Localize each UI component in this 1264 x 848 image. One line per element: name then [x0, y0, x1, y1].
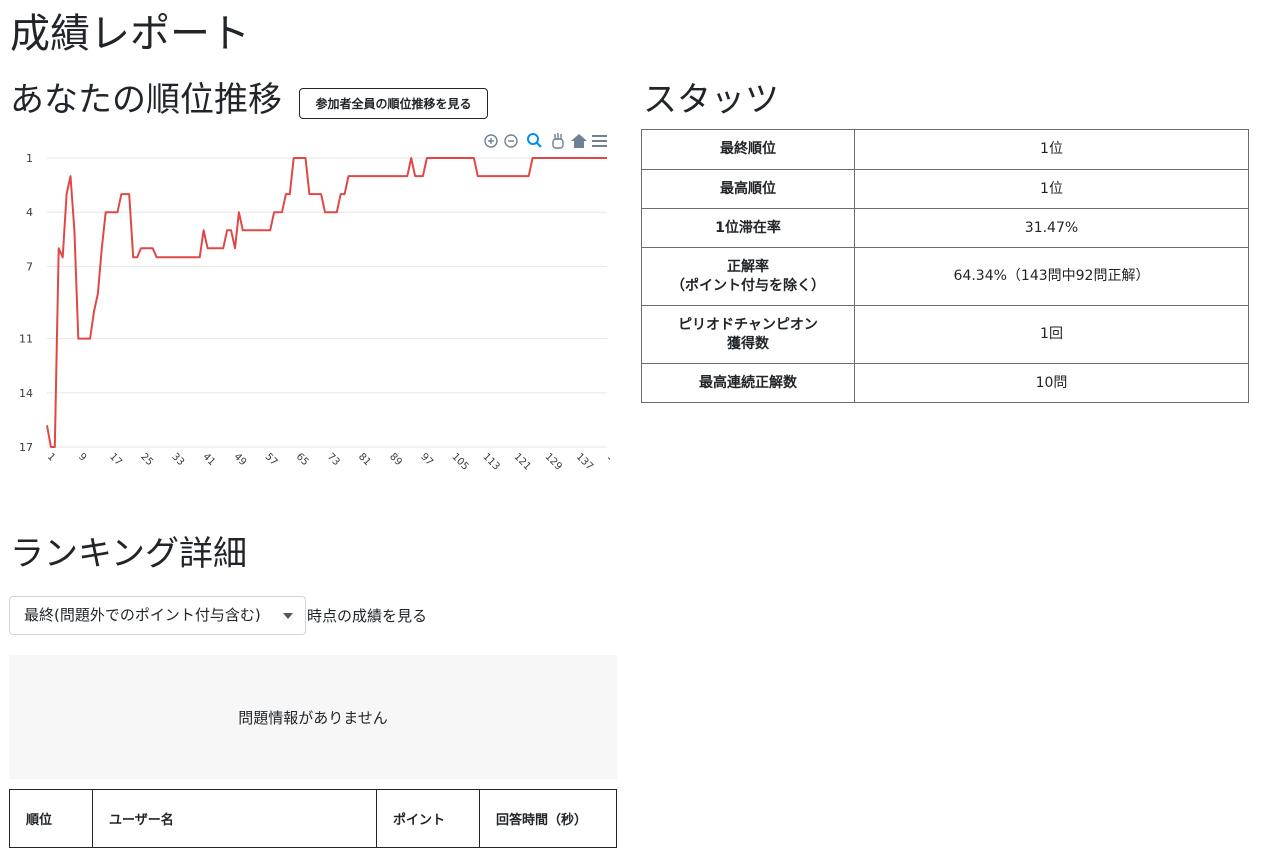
- stats-value: 1位: [854, 169, 1249, 209]
- stats-value: 64.34%（143問中92問正解）: [854, 247, 1249, 306]
- stats-row: 最高連続正解数 10問: [641, 363, 1249, 403]
- stats-key: 1位滞在率: [641, 208, 855, 248]
- question-info-empty: 問題情報がありません: [9, 655, 617, 779]
- chart-gridlines: [47, 157, 607, 448]
- x-tick-label: 17: [107, 451, 124, 468]
- x-tick-label: 57: [263, 451, 280, 468]
- y-tick-label: 11: [19, 333, 33, 346]
- stats-row: ピリオドチャンピオン 獲得数 1回: [641, 305, 1249, 364]
- stats-key: ピリオドチャンピオン 獲得数: [641, 305, 855, 364]
- stats-value: 10問: [854, 363, 1249, 403]
- stats-table: 最終順位 1位 最高順位 1位 1位滞在率 31.47% 正解率 （ポイント付与…: [641, 129, 1249, 403]
- x-tick-label: 97: [418, 451, 435, 468]
- timepoint-select-value: 最終(問題外でのポイント付与含む): [24, 606, 261, 624]
- menu-icon[interactable]: [592, 135, 607, 147]
- stats-value: 1位: [854, 129, 1249, 170]
- stats-title: スタッツ: [643, 80, 779, 120]
- page-title: 成績レポート: [10, 11, 250, 57]
- zoom-out-icon[interactable]: [504, 134, 518, 148]
- all-participants-rank-button[interactable]: 参加者全員の順位推移を見る: [299, 88, 488, 119]
- x-tick-label: 25: [138, 451, 155, 468]
- rank-history-chart[interactable]: 147111417 1 9 17 25 33 41 49 57 65 73 81 89 97 105 113…: [10, 128, 610, 473]
- y-tick-label: 1: [26, 152, 33, 165]
- stats-value: 1回: [854, 305, 1249, 364]
- x-tick-label: 129: [543, 451, 564, 472]
- x-tick-label: 49: [232, 451, 249, 468]
- x-tick-label: 137: [574, 451, 595, 472]
- col-header-rank[interactable]: 順位: [9, 789, 93, 848]
- x-tick-label: 41: [200, 451, 217, 468]
- stats-value: 31.47%: [854, 208, 1249, 248]
- timepoint-select-suffix: 時点の成績を見る: [307, 607, 428, 625]
- x-tick-label: 113: [480, 451, 501, 472]
- col-header-username[interactable]: ユーザー名: [92, 789, 377, 848]
- x-tick-label: 9: [76, 451, 88, 463]
- stats-key: 最終順位: [641, 129, 855, 170]
- x-tick-label: 81: [356, 451, 373, 468]
- stats-key: 最高連続正解数: [641, 363, 855, 403]
- ranking-detail-title: ランキング詳細: [10, 534, 247, 574]
- home-icon[interactable]: [571, 134, 587, 148]
- x-tick-label: 121: [512, 451, 533, 472]
- col-header-answer-time[interactable]: 回答時間（秒）: [479, 789, 617, 848]
- stats-key: 最高順位: [641, 169, 855, 209]
- x-axis-ticks: 1 9 17 25 33 41 49 57 65 73 81 89 97 105 113 121 129 137 1…: [45, 451, 610, 472]
- stats-row: 最高順位 1位: [641, 169, 1249, 209]
- ranking-table: 順位 ユーザー名 ポイント 回答時間（秒）: [9, 789, 617, 848]
- x-tick-label: 105: [449, 451, 470, 472]
- empty-message: 問題情報がありません: [238, 708, 388, 727]
- x-tick-label: 33: [169, 451, 186, 468]
- x-tick-label: 65: [294, 451, 311, 468]
- stats-row: 正解率 （ポイント付与を除く） 64.34%（143問中92問正解）: [641, 247, 1249, 306]
- x-tick-label: 73: [325, 451, 342, 468]
- zoom-in-icon[interactable]: [484, 134, 498, 148]
- y-axis-ticks: 147111417: [19, 152, 33, 454]
- rank-history-title: あなたの順位推移: [10, 80, 282, 120]
- stats-row: 1位滞在率 31.47%: [641, 208, 1249, 248]
- rank-series: [46, 157, 607, 448]
- y-tick-label: 14: [19, 387, 33, 400]
- magnifier-icon[interactable]: [527, 133, 542, 148]
- y-tick-label: 4: [26, 206, 33, 219]
- x-tick-label: 89: [387, 451, 404, 468]
- stats-key: 正解率 （ポイント付与を除く）: [641, 247, 855, 306]
- chevron-down-icon: [283, 613, 293, 619]
- rank-line: [46, 157, 607, 448]
- x-tick-label: 1: [45, 451, 57, 463]
- col-header-points[interactable]: ポイント: [376, 789, 480, 848]
- x-tick-label: 144: [605, 451, 610, 472]
- timepoint-select[interactable]: 最終(問題外でのポイント付与含む): [9, 596, 306, 635]
- y-tick-label: 7: [26, 260, 33, 273]
- pan-hand-icon[interactable]: [552, 133, 564, 149]
- chart-toolbar: [484, 133, 607, 149]
- y-tick-label: 17: [19, 441, 33, 454]
- stats-row: 最終順位 1位: [641, 129, 1249, 170]
